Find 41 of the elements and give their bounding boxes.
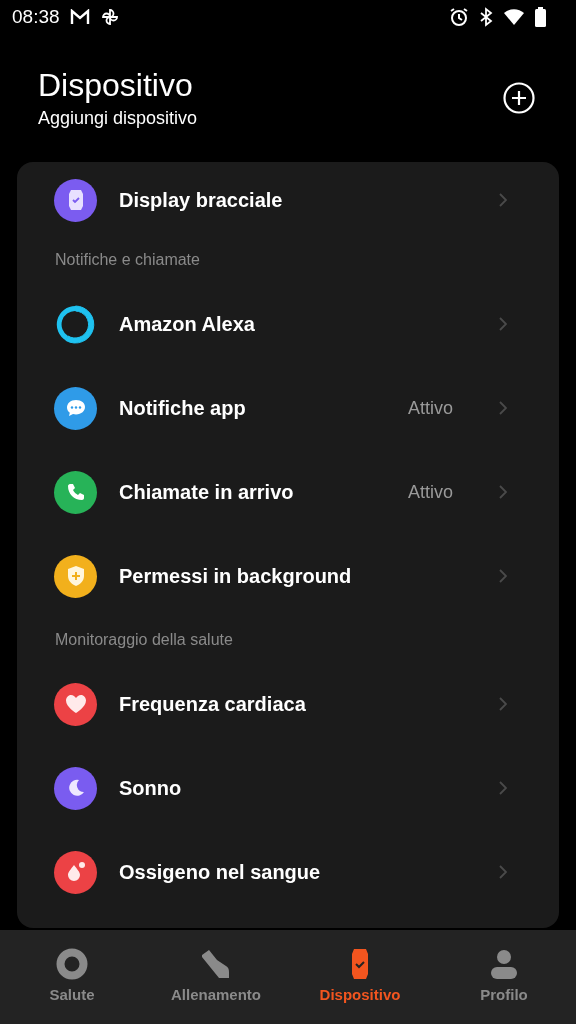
chevron-icon [499, 317, 507, 331]
chevron-icon [499, 569, 507, 583]
shoe-icon [200, 948, 232, 980]
shield-icon [65, 565, 86, 587]
item-label[interactable]: Frequenza cardiaca [119, 692, 477, 716]
chevron-icon [499, 401, 507, 415]
item-label[interactable]: Sonno [119, 776, 477, 800]
item-label[interactable]: Ossigeno nel sangue [119, 860, 477, 884]
nav-tab[interactable]: Allenamento [144, 930, 288, 1024]
ring-icon [56, 948, 88, 980]
chevron-icon [499, 865, 507, 879]
alarm-icon [449, 7, 469, 27]
item-status: Attivo [407, 481, 453, 503]
item-label[interactable]: Amazon Alexa [119, 312, 477, 336]
item-label[interactable]: Notifiche app [119, 396, 386, 420]
battery-icon [535, 7, 546, 27]
mail-icon [69, 9, 90, 25]
item-label[interactable]: Chiamate in arrivo [119, 480, 386, 504]
status-time: 08:38 [12, 6, 60, 28]
item-label[interactable]: Permessi in background [119, 564, 477, 588]
pinwheel-icon [99, 7, 120, 27]
page-title: Dispositivo [38, 67, 194, 104]
chevron-icon [499, 193, 507, 207]
chevron-icon [499, 781, 507, 795]
bluetooth-icon [479, 7, 493, 27]
heart-icon [64, 694, 87, 714]
section-heading: Monitoraggio della salute [54, 630, 234, 650]
nav-tab[interactable]: Salute [0, 930, 144, 1024]
nav-tab[interactable]: Dispositivo [288, 930, 432, 1024]
phone-icon [65, 482, 86, 502]
chevron-icon [499, 697, 507, 711]
person-icon [488, 948, 520, 980]
add-device-link[interactable]: Aggiungi dispositivo [38, 108, 502, 129]
chat-icon [64, 398, 87, 418]
item-label[interactable]: Display bracciale [119, 188, 477, 212]
add-button[interactable] [502, 81, 536, 115]
wifi-icon [503, 8, 525, 26]
item-status: Attivo [407, 397, 453, 419]
nav-tab[interactable]: Profilo [432, 930, 576, 1024]
chevron-icon [499, 485, 507, 499]
section-heading: Notifiche e chiamate [54, 250, 201, 270]
